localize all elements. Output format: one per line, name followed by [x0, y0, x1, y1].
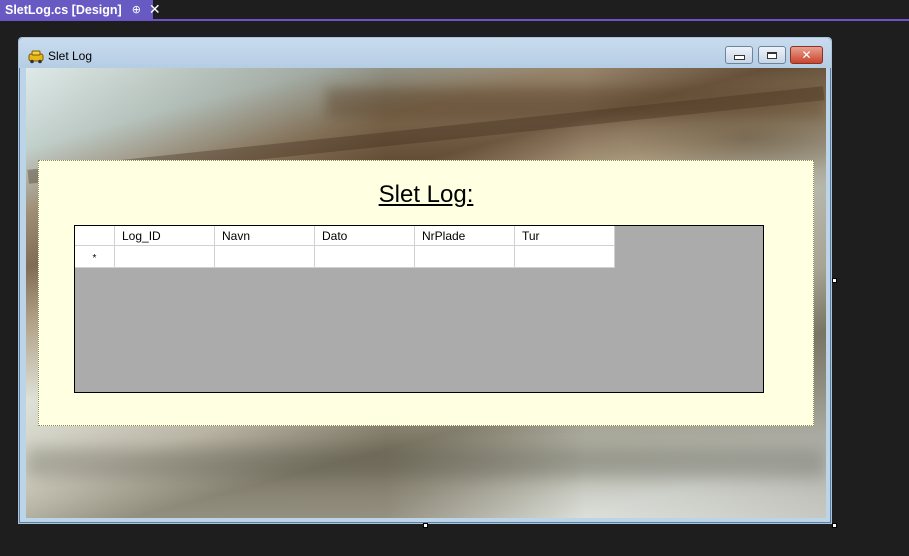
resize-handle-bottom[interactable] — [423, 523, 428, 528]
resize-handle-right[interactable] — [832, 278, 837, 283]
document-tab-strip: SletLog.cs [Design] ⊕ ✕ — [0, 0, 909, 21]
tab-title: SletLog.cs [Design] — [5, 2, 122, 17]
page-title: Slet Log: — [378, 181, 474, 208]
maximize-icon — [767, 51, 777, 59]
tab-close-icon[interactable]: ✕ — [149, 3, 161, 17]
row-header-corner[interactable] — [75, 226, 115, 246]
column-header-nrplade[interactable]: NrPlade — [415, 226, 515, 246]
column-header-navn[interactable]: Navn — [215, 226, 315, 246]
content-panel: Slet Log: Log_ID Navn Dato NrPlade Tur * — [38, 160, 814, 426]
close-button[interactable]: ✕ — [790, 46, 823, 64]
form-titlebar[interactable]: Slet Log ✕ — [19, 38, 831, 68]
car-icon — [28, 49, 44, 64]
new-row-cell-tur[interactable] — [515, 246, 615, 268]
resize-handle-bottom-right[interactable] — [832, 523, 837, 528]
new-row-cell-navn[interactable] — [215, 246, 315, 268]
form-title: Slet Log — [48, 49, 93, 63]
maximize-button[interactable] — [758, 46, 786, 64]
minimize-icon — [733, 55, 745, 60]
column-header-dato[interactable]: Dato — [315, 226, 415, 246]
grid-header-row: Log_ID Navn Dato NrPlade Tur — [75, 226, 615, 246]
form-window[interactable]: Slet Log ✕ Slet Log: Log_ID Navn Dato Nr… — [18, 37, 832, 524]
column-header-log-id[interactable]: Log_ID — [115, 226, 215, 246]
pin-icon[interactable]: ⊕ — [132, 4, 141, 15]
background-beam — [326, 88, 826, 118]
column-header-tur[interactable]: Tur — [515, 226, 615, 246]
close-icon: ✕ — [801, 48, 812, 62]
background-beam — [26, 448, 826, 478]
tab-sletlog-design[interactable]: SletLog.cs [Design] ⊕ ✕ — [0, 0, 161, 19]
new-row-marker[interactable]: * — [75, 246, 115, 268]
new-row-cell-log-id[interactable] — [115, 246, 215, 268]
form-background-image: Slet Log: Log_ID Navn Dato NrPlade Tur * — [26, 68, 826, 518]
minimize-button[interactable] — [725, 46, 753, 64]
new-row-cell-nrplade[interactable] — [415, 246, 515, 268]
new-row-cell-dato[interactable] — [315, 246, 415, 268]
grid-new-row[interactable]: * — [75, 246, 615, 268]
log-data-grid[interactable]: Log_ID Navn Dato NrPlade Tur * — [74, 225, 764, 393]
